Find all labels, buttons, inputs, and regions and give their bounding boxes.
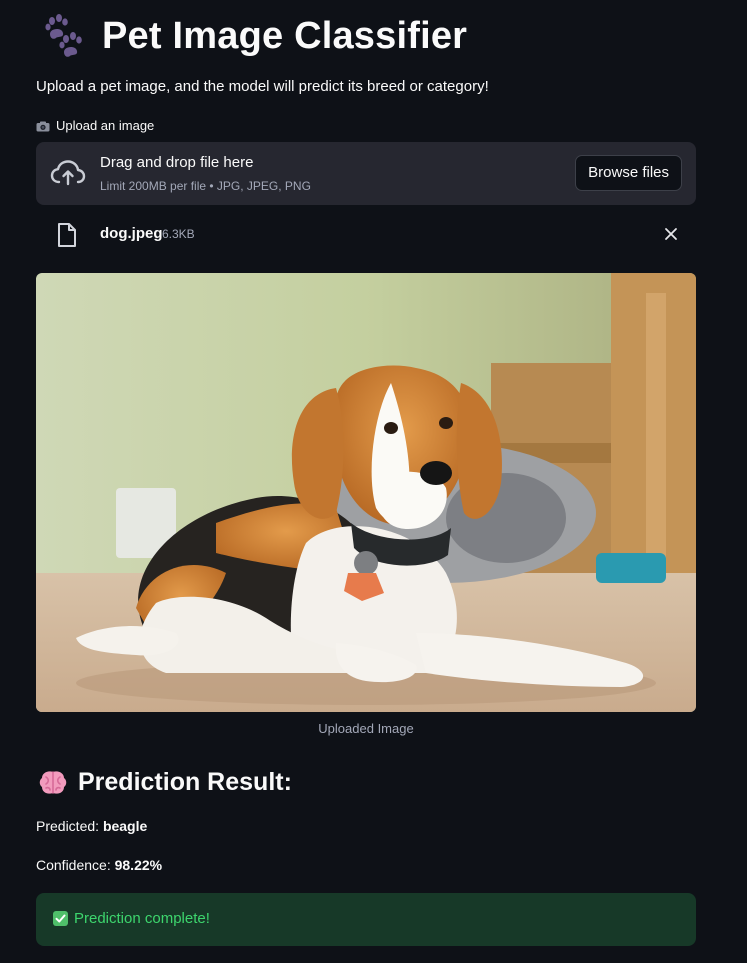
success-alert: Prediction complete! (36, 893, 696, 946)
predicted-value: beagle (102, 818, 148, 834)
confidence-line: Confidence: 98.22% (36, 857, 162, 873)
result-heading: Prediction Result: (38, 768, 292, 797)
check-mark-icon (53, 911, 68, 926)
page-subtitle: Upload a pet image, and the model will p… (36, 78, 489, 95)
file-dropzone[interactable]: Drag and drop file here Limit 200MB per … (36, 142, 696, 205)
confidence-label: Confidence: (36, 857, 111, 873)
file-size: 6.3KB (162, 227, 195, 241)
upload-label-text: Upload an image (56, 118, 155, 133)
confidence-value: 98.22% (114, 857, 163, 873)
uploaded-file-row: dog.jpeg 6.3KB (36, 218, 696, 252)
browse-files-button[interactable]: Browse files (575, 155, 682, 191)
dropzone-limit: Limit 200MB per file • JPG, JPEG, PNG (100, 179, 311, 193)
title-row: Pet Image Classifier (40, 12, 467, 60)
dropzone-title: Drag and drop file here (100, 154, 254, 171)
file-name: dog.jpeg (100, 225, 163, 242)
page-title: Pet Image Classifier (102, 14, 468, 57)
upload-label: Upload an image (36, 118, 154, 133)
result-heading-text: Prediction Result: (78, 768, 292, 796)
paw-prints-icon (40, 12, 88, 60)
app-page: Pet Image Classifier Upload a pet image,… (0, 0, 747, 963)
success-message: Prediction complete! (74, 910, 210, 927)
brain-icon (38, 769, 68, 797)
camera-icon (36, 120, 50, 132)
predicted-label: Predicted: (36, 818, 100, 834)
cloud-upload-icon (50, 159, 86, 187)
uploaded-image (36, 273, 696, 712)
file-icon (56, 222, 78, 248)
image-caption: Uploaded Image (318, 721, 414, 736)
predicted-line: Predicted: beagle (36, 818, 147, 834)
close-icon[interactable] (664, 227, 678, 241)
